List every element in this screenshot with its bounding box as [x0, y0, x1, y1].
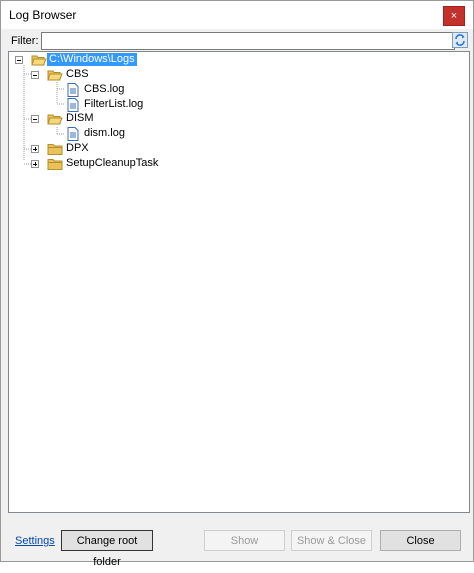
- tree-node-dpx[interactable]: DPX: [64, 142, 91, 155]
- log-file-icon: [67, 127, 79, 141]
- tree-node-cbs-log[interactable]: CBS.log: [82, 83, 126, 96]
- folder-open-icon: [47, 114, 63, 125]
- settings-link[interactable]: Settings: [15, 535, 55, 547]
- folder-tree[interactable]: C:\Windows\Logs CBS CBS.log FilterList.l…: [8, 51, 470, 513]
- log-browser-window: Log Browser × Filter: C:\Windows\Logs CB…: [0, 0, 474, 568]
- expander-dism[interactable]: [31, 115, 39, 123]
- expander-setupcleanuptask[interactable]: [31, 160, 39, 168]
- close-window-button[interactable]: ×: [443, 6, 465, 26]
- change-root-folder-button[interactable]: Change root folder: [61, 530, 153, 568]
- folder-open-icon: [47, 70, 63, 81]
- tree-node-dism-log[interactable]: dism.log: [82, 127, 127, 140]
- tree-node-filterlist-log[interactable]: FilterList.log: [82, 98, 145, 111]
- tree-node-root[interactable]: C:\Windows\Logs: [47, 53, 137, 66]
- footer-bar: Settings Change root folder Show Show & …: [1, 523, 473, 568]
- filter-input[interactable]: [41, 32, 455, 50]
- expander-root[interactable]: [15, 56, 23, 64]
- tree-node-dism[interactable]: DISM: [64, 112, 96, 125]
- show-close-button[interactable]: Show & Close: [291, 530, 372, 551]
- refresh-button[interactable]: [452, 32, 468, 48]
- folder-closed-icon: [47, 159, 63, 170]
- close-button[interactable]: Close: [380, 530, 461, 551]
- log-file-icon: [67, 83, 79, 97]
- expander-cbs[interactable]: [31, 71, 39, 79]
- filter-label: Filter:: [11, 35, 39, 47]
- expander-dpx[interactable]: [31, 145, 39, 153]
- tree-node-cbs[interactable]: CBS: [64, 68, 91, 81]
- show-button[interactable]: Show: [204, 530, 285, 551]
- folder-closed-icon: [47, 144, 63, 155]
- folder-open-icon: [31, 55, 47, 66]
- window-title: Log Browser: [9, 8, 77, 22]
- tree-node-setupcleanuptask[interactable]: SetupCleanupTask: [64, 157, 160, 170]
- log-file-icon: [67, 98, 79, 112]
- title-bar[interactable]: Log Browser ×: [1, 1, 473, 29]
- refresh-icon: [452, 32, 468, 48]
